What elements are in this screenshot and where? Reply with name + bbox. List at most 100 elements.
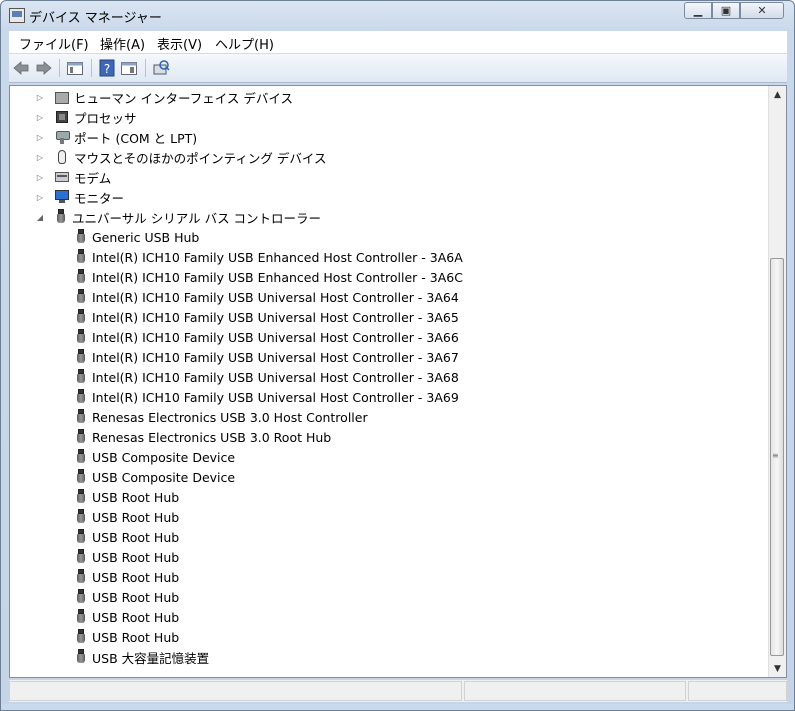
tree-item-label: Renesas Electronics USB 3.0 Host Control… [92, 409, 368, 425]
tree-item-label: USB Root Hub [92, 629, 180, 645]
tree-category-usb[interactable]: ◢ ユニバーサル シリアル バス コントローラー [36, 207, 322, 227]
tree-item[interactable]: USB Composite Device [74, 467, 235, 487]
tree-item[interactable]: Intel(R) ICH10 Family USB Universal Host… [74, 387, 459, 407]
tree-item[interactable]: Intel(R) ICH10 Family USB Enhanced Host … [74, 267, 463, 287]
port-icon [54, 129, 70, 145]
usb-icon [74, 289, 88, 305]
mouse-icon [54, 149, 70, 165]
menu-file[interactable]: ファイル(F) [19, 34, 89, 53]
usb-icon [74, 369, 88, 385]
expand-arrow-icon[interactable]: ▷ [36, 153, 44, 162]
tree-item[interactable]: USB Root Hub [74, 587, 179, 607]
usb-icon [74, 649, 88, 665]
tree-item-label: Generic USB Hub [92, 229, 200, 245]
usb-icon [74, 309, 88, 325]
tree-item[interactable]: USB Root Hub [74, 527, 179, 547]
tree-category-hid[interactable]: ▷ ヒューマン インターフェイス デバイス [36, 87, 293, 107]
usb-icon [74, 549, 88, 565]
usb-icon [74, 409, 88, 425]
tree-item[interactable]: USB Root Hub [74, 487, 179, 507]
forward-icon[interactable] [35, 59, 53, 77]
tree-item[interactable]: Renesas Electronics USB 3.0 Host Control… [74, 407, 368, 427]
status-panel [464, 681, 686, 701]
tree-item-label: USB Root Hub [92, 509, 180, 525]
usb-icon [74, 269, 88, 285]
tree-item-label: USB Root Hub [92, 489, 180, 505]
device-manager-window: デバイス マネージャー ▁ ▣ ✕ ファイル(F) 操作(A) 表示(V) ヘル… [0, 0, 795, 711]
modem-icon [54, 169, 70, 185]
tree-item[interactable]: USB Root Hub [74, 627, 179, 647]
tree-item-label: Intel(R) ICH10 Family USB Enhanced Host … [92, 269, 463, 285]
tree-item[interactable]: Intel(R) ICH10 Family USB Universal Host… [74, 347, 459, 367]
menu-view[interactable]: 表示(V) [157, 34, 202, 53]
tree-item[interactable]: Intel(R) ICH10 Family USB Universal Host… [74, 367, 459, 387]
svg-text:?: ? [104, 62, 110, 76]
tree-item[interactable]: Intel(R) ICH10 Family USB Universal Host… [74, 327, 459, 347]
menu-help[interactable]: ヘルプ(H) [215, 34, 274, 53]
tree-item-label: USB 大容量記憶装置 [92, 650, 210, 666]
expand-arrow-icon[interactable]: ▷ [36, 113, 44, 122]
close-icon: ✕ [757, 4, 767, 17]
scroll-down-arrow-icon[interactable]: ▼ [769, 660, 786, 677]
usb-icon [74, 249, 88, 265]
vertical-scrollbar[interactable]: ▲ ≡ ▼ [768, 86, 786, 677]
window-bottom-border [1, 704, 794, 710]
title-bar[interactable]: デバイス マネージャー ▁ ▣ ✕ [1, 1, 794, 29]
menu-action[interactable]: 操作(A) [100, 34, 145, 53]
tree-item-label: USB Root Hub [92, 529, 180, 545]
tree-category-label: ユニバーサル シリアル バス コントローラー [72, 210, 322, 226]
tree-item[interactable]: USB Root Hub [74, 607, 179, 627]
usb-icon [74, 469, 88, 485]
device-tree: ▷ ヒューマン インターフェイス デバイス ▷ プロセッサ ▷ ポート (COM… [9, 85, 787, 678]
expand-arrow-icon[interactable]: ▷ [36, 193, 44, 202]
tree-item[interactable]: Intel(R) ICH10 Family USB Universal Host… [74, 307, 459, 327]
back-icon[interactable] [12, 59, 30, 77]
usb-icon [74, 329, 88, 345]
close-button[interactable]: ✕ [740, 2, 784, 19]
tree-category-label: プロセッサ [74, 110, 137, 126]
tree-item-label: Intel(R) ICH10 Family USB Universal Host… [92, 389, 459, 405]
maximize-button[interactable]: ▣ [712, 2, 740, 19]
scroll-up-arrow-icon[interactable]: ▲ [769, 86, 786, 103]
usb-icon [74, 349, 88, 365]
toolbar: ? [9, 54, 787, 83]
collapse-arrow-icon[interactable]: ◢ [36, 213, 44, 222]
tree-item-label: Renesas Electronics USB 3.0 Root Hub [92, 429, 332, 445]
menu-bar: ファイル(F) 操作(A) 表示(V) ヘルプ(H) [9, 31, 787, 54]
monitor-icon [54, 189, 70, 205]
tree-category-ports[interactable]: ▷ ポート (COM と LPT) [36, 127, 197, 147]
maximize-icon: ▣ [720, 4, 732, 17]
tree-item[interactable]: USB Root Hub [74, 547, 179, 567]
tree-item[interactable]: USB Composite Device [74, 447, 235, 467]
scan-hardware-icon[interactable] [152, 59, 170, 77]
tree-item[interactable]: Generic USB Hub [74, 227, 199, 247]
help-icon[interactable]: ? [98, 59, 116, 77]
tree-item[interactable]: USB Root Hub [74, 507, 179, 527]
properties-view-icon[interactable] [66, 59, 84, 77]
expand-arrow-icon[interactable]: ▷ [36, 173, 44, 182]
usb-icon [74, 609, 88, 625]
tree-category-mice[interactable]: ▷ マウスとそのほかのポインティング デバイス [36, 147, 326, 167]
expand-arrow-icon[interactable]: ▷ [36, 133, 44, 142]
tree-category-processor[interactable]: ▷ プロセッサ [36, 107, 137, 127]
tree-item-label: USB Root Hub [92, 609, 180, 625]
tree-item[interactable]: USB Root Hub [74, 567, 179, 587]
tree-item-label: USB Composite Device [92, 469, 236, 485]
tree-item[interactable]: Intel(R) ICH10 Family USB Universal Host… [74, 287, 459, 307]
tree-category-modem[interactable]: ▷ モデム [36, 167, 111, 187]
tree-item-label: Intel(R) ICH10 Family USB Enhanced Host … [92, 249, 463, 265]
processor-icon [54, 109, 70, 125]
tree-item-label: USB Root Hub [92, 549, 180, 565]
tree-item[interactable]: Renesas Electronics USB 3.0 Root Hub [74, 427, 331, 447]
tree-item-label: Intel(R) ICH10 Family USB Universal Host… [92, 329, 459, 345]
tree-item[interactable]: USB 大容量記憶装置 [74, 647, 209, 667]
status-bar [9, 680, 787, 702]
expand-arrow-icon[interactable]: ▷ [36, 93, 44, 102]
status-panel [9, 681, 462, 701]
minimize-button[interactable]: ▁ [684, 2, 712, 19]
tree-category-monitor[interactable]: ▷ モニター [36, 187, 124, 207]
hid-icon [54, 89, 70, 105]
tree-item[interactable]: Intel(R) ICH10 Family USB Enhanced Host … [74, 247, 463, 267]
view-icon[interactable] [120, 59, 138, 77]
tree-item-label: Intel(R) ICH10 Family USB Universal Host… [92, 289, 459, 305]
